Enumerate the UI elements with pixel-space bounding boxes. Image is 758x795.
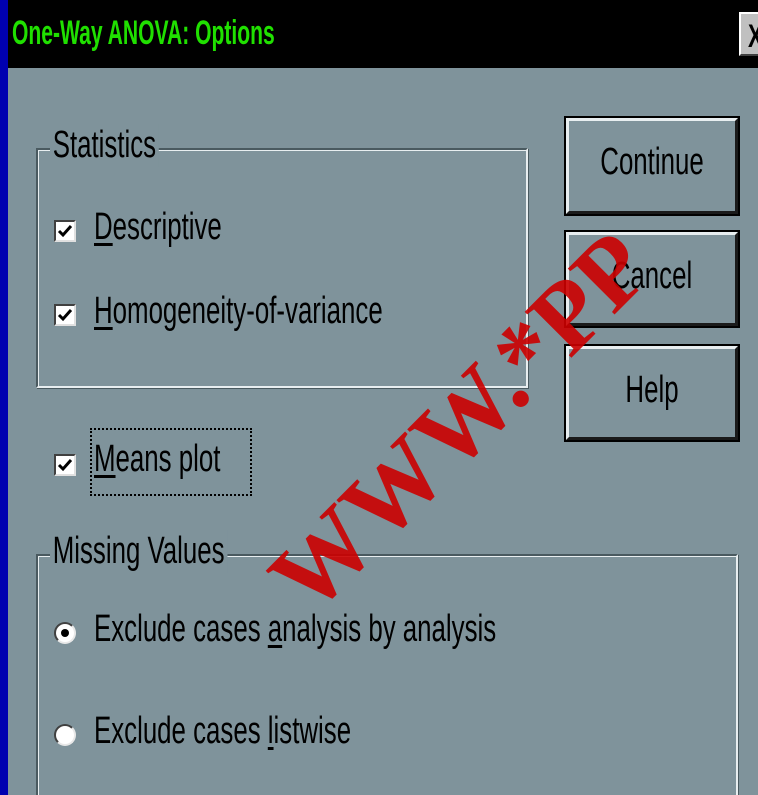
- radio-selected-dot: [61, 629, 69, 637]
- checkmark-icon: [57, 309, 73, 322]
- close-button[interactable]: X: [739, 12, 758, 56]
- help-button-label: Help: [625, 369, 679, 411]
- homogeneity-checkbox[interactable]: [54, 304, 76, 326]
- checkmark-icon: [57, 225, 73, 238]
- missing-values-group: [36, 554, 738, 795]
- exclude-listwise-label[interactable]: Exclude cases listwise: [94, 710, 351, 753]
- descriptive-label[interactable]: Descriptive: [94, 206, 222, 249]
- homogeneity-label[interactable]: Homogeneity-of-variance: [94, 290, 383, 333]
- continue-button[interactable]: Continue: [566, 118, 738, 214]
- window-title: One-Way ANOVA: Options: [12, 14, 275, 52]
- statistics-group-title: Statistics: [50, 124, 159, 167]
- means-plot-label[interactable]: Means plot: [94, 438, 220, 481]
- exclude-listwise-radio[interactable]: [54, 724, 76, 746]
- checkmark-icon: [57, 459, 73, 472]
- exclude-analysis-label[interactable]: Exclude cases analysis by analysis: [94, 608, 496, 651]
- continue-button-label: Continue: [600, 141, 704, 183]
- options-dialog: One-Way ANOVA: Options X Statistics Desc…: [8, 0, 758, 795]
- close-icon: X: [748, 18, 758, 55]
- exclude-analysis-radio[interactable]: [54, 622, 76, 644]
- title-bar[interactable]: One-Way ANOVA: Options X: [8, 0, 758, 68]
- missing-values-group-title: Missing Values: [50, 530, 228, 573]
- means-plot-checkbox[interactable]: [54, 454, 76, 476]
- descriptive-checkbox[interactable]: [54, 220, 76, 242]
